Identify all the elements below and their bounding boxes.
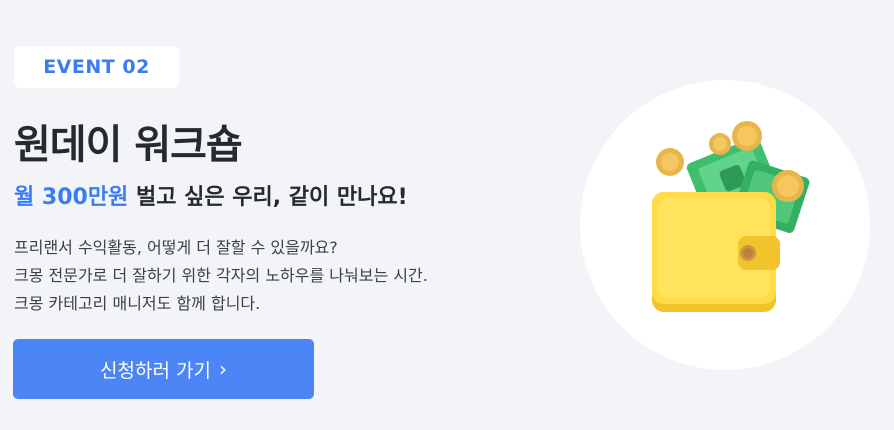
subtitle-rest: 벌고 싶은 우리, 같이 만나요!: [128, 185, 408, 210]
chevron-right-icon: ›: [218, 357, 227, 381]
description: 프리랜서 수익활동, 어떻게 더 잘할 수 있을까요? 크몽 전문가로 더 잘하…: [14, 234, 428, 318]
apply-button-label: 신청하러 가기: [100, 359, 211, 382]
event-badge: EVENT 02: [14, 46, 179, 88]
description-line: 프리랜서 수익활동, 어떻게 더 잘할 수 있을까요?: [14, 238, 338, 257]
wallet-money-icon: [652, 121, 810, 312]
apply-button[interactable]: 신청하러 가기 ›: [13, 339, 314, 399]
subtitle: 월 300만원 벌고 싶은 우리, 같이 만나요!: [14, 179, 408, 211]
description-line: 크몽 카테고리 매니저도 함께 합니다.: [14, 294, 261, 313]
event-badge-label: EVENT 02: [43, 56, 150, 78]
subtitle-highlight: 월 300만원: [14, 185, 129, 210]
description-line: 크몽 전문가로 더 잘하기 위한 각자의 노하우를 나눠보는 시간.: [14, 266, 428, 285]
page-title: 원데이 워크숍: [14, 122, 243, 168]
